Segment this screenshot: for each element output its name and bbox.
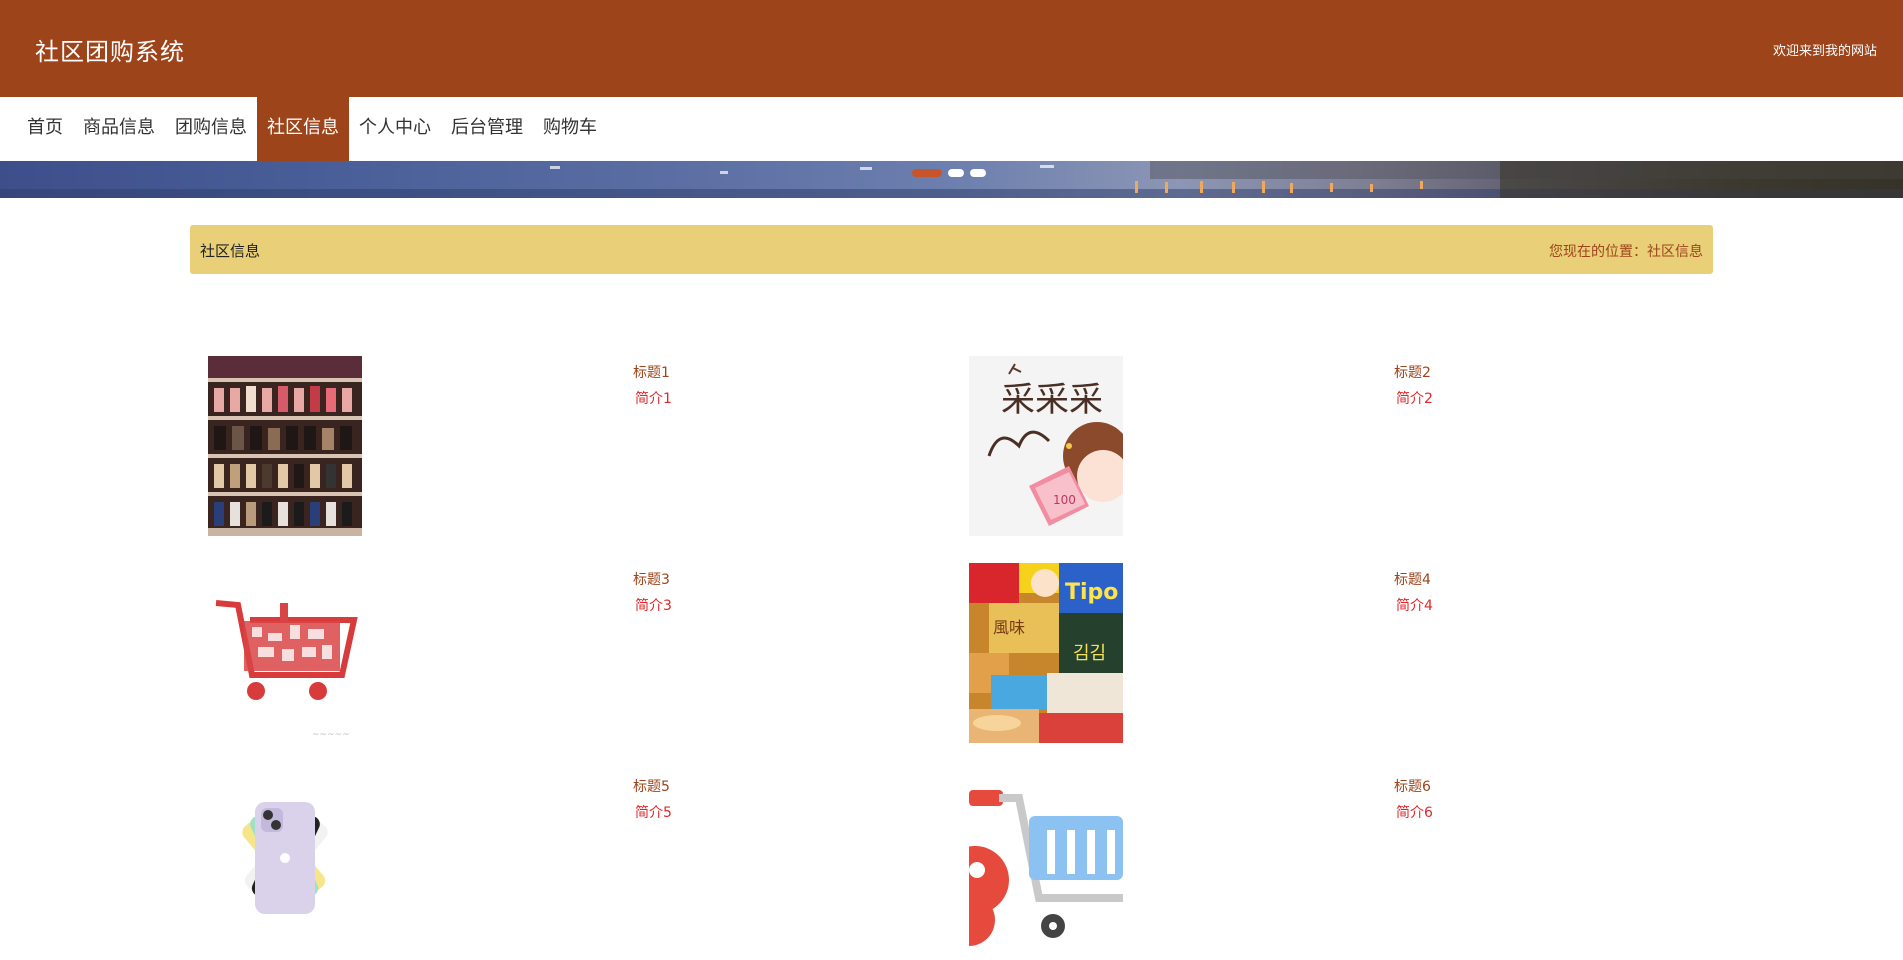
svg-text:~~~~~: ~~~~~	[312, 730, 350, 740]
breadcrumb-current[interactable]: 社区信息	[1647, 244, 1703, 260]
breadcrumb-bar: 社区信息 您现在的位置：社区信息	[190, 225, 1713, 274]
nav-item-community[interactable]: 社区信息	[257, 97, 349, 161]
main-nav: 首页 商品信息 团购信息 社区信息 个人中心 后台管理 购物车	[0, 97, 1903, 161]
nav-item-cart[interactable]: 购物车	[533, 97, 607, 161]
nav-item-group-buy[interactable]: 团购信息	[165, 97, 257, 161]
item-desc: 简介6	[1396, 805, 1433, 821]
item-title[interactable]: 标题1	[633, 362, 670, 382]
item-desc: 简介5	[635, 805, 672, 821]
item-desc: 简介2	[1396, 391, 1433, 407]
list-item: ~~~~~ 标题3 简介3	[190, 563, 950, 753]
svg-text:Tipo: Tipo	[1065, 580, 1118, 605]
list-item: 采采采 100 标题2 简介2	[951, 356, 1711, 546]
svg-text:100: 100	[1053, 493, 1076, 507]
item-desc: 简介3	[635, 598, 672, 614]
shoe-rack-image[interactable]	[208, 356, 362, 536]
nav-item-profile[interactable]: 个人中心	[349, 97, 441, 161]
nav-item-admin[interactable]: 后台管理	[441, 97, 533, 161]
site-header: 社区团购系统 欢迎来到我的网站	[0, 0, 1903, 97]
phone-image[interactable]	[208, 770, 362, 950]
carousel-dot-2[interactable]	[948, 169, 964, 177]
list-item: 标题5 简介5	[190, 770, 950, 960]
item-title[interactable]: 标题5	[633, 776, 670, 796]
carousel-dot-1[interactable]	[912, 169, 942, 177]
welcome-text: 欢迎来到我的网站	[1772, 44, 1877, 59]
svg-text:김김: 김김	[1073, 643, 1106, 664]
nav-item-products[interactable]: 商品信息	[73, 97, 165, 161]
site-title: 社区团购系统	[35, 38, 185, 66]
list-item: 标题1 简介1	[190, 356, 950, 546]
breadcrumb: 您现在的位置：社区信息	[1549, 241, 1703, 261]
list-item: 标题6 简介6	[951, 770, 1711, 960]
section-title: 社区信息	[200, 242, 261, 260]
cartoon-girl-image[interactable]: 采采采 100	[969, 356, 1123, 536]
carousel-indicators	[912, 169, 986, 177]
nav-item-home[interactable]: 首页	[17, 97, 73, 161]
snacks-image[interactable]: Tipo 風味 김김	[969, 563, 1123, 743]
carousel-dot-3[interactable]	[970, 169, 986, 177]
shopping-cart-image[interactable]: ~~~~~	[208, 563, 362, 743]
breadcrumb-prefix: 您现在的位置：	[1549, 244, 1647, 260]
banner-carousel[interactable]	[0, 161, 1903, 198]
item-desc: 简介4	[1396, 598, 1433, 614]
item-title[interactable]: 标题2	[1394, 362, 1431, 382]
item-title[interactable]: 标题4	[1394, 569, 1431, 589]
item-title[interactable]: 标题6	[1394, 776, 1431, 796]
item-desc: 简介1	[635, 391, 672, 407]
banner-image	[0, 161, 1903, 198]
item-title[interactable]: 标题3	[633, 569, 670, 589]
svg-text:采采采: 采采采	[1001, 380, 1103, 420]
cartoon-cart-image[interactable]	[969, 770, 1123, 950]
list-item: Tipo 風味 김김 标题4 简介4	[951, 563, 1711, 753]
svg-text:風味: 風味	[993, 618, 1025, 637]
